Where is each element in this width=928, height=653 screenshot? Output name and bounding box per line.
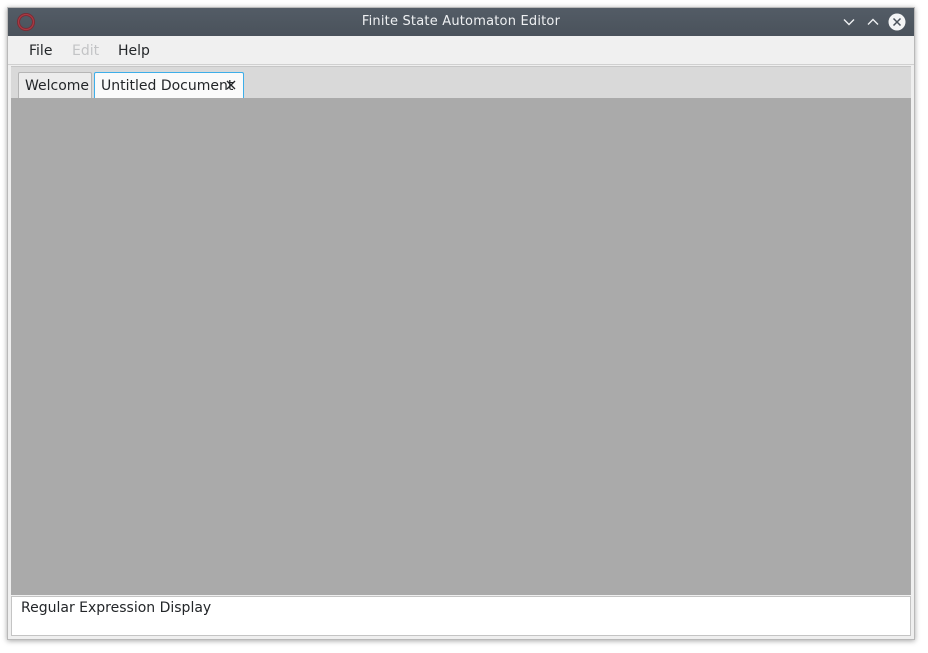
window-title: Finite State Automaton Editor [361,14,561,29]
tab-strip: Welcome Untitled Document [11,66,911,99]
tab-close-icon[interactable] [225,79,237,91]
maximize-button[interactable] [863,12,883,32]
tab-label: Untitled Document [101,78,234,94]
close-icon [888,13,906,31]
tab-label: Welcome [25,78,90,94]
regex-display: Regular Expression Display [11,596,911,636]
close-button[interactable] [887,12,907,32]
menu-bar: File Edit Help [8,36,914,65]
minimize-icon [843,19,855,26]
menu-edit[interactable]: Edit [72,43,99,59]
regex-display-text: Regular Expression Display [21,600,212,616]
tab-welcome[interactable]: Welcome [18,72,92,99]
app-window: Finite State Automaton Editor File Edit … [7,7,915,640]
tab-untitled-document[interactable]: Untitled Document [94,72,244,99]
menu-help[interactable]: Help [118,43,150,59]
automaton-canvas[interactable] [11,98,911,595]
title-bar[interactable]: Finite State Automaton Editor [8,8,914,36]
maximize-icon [867,18,879,25]
menu-file[interactable]: File [29,43,52,59]
minimize-button[interactable] [839,12,859,32]
